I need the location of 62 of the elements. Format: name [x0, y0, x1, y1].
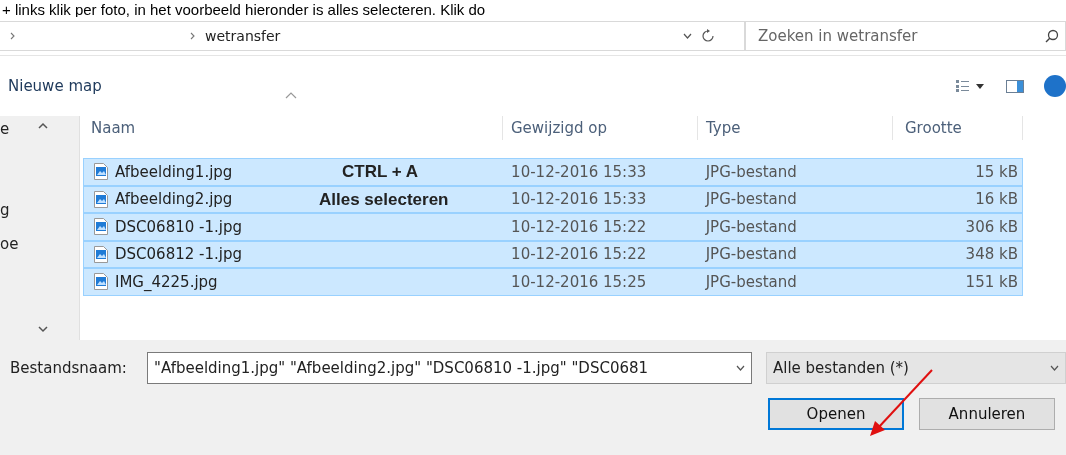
- chevron-icon: [190, 32, 195, 40]
- search-placeholder: Zoeken in wetransfer: [758, 25, 919, 47]
- image-file-icon: [94, 163, 108, 181]
- image-file-icon: [94, 190, 108, 208]
- new-folder-button[interactable]: Nieuwe map: [8, 74, 102, 98]
- search-field[interactable]: Zoeken in wetransfer: [745, 21, 1066, 51]
- column-header[interactable]: Gewijzigd op: [503, 116, 698, 140]
- file-size: 15 kB: [975, 162, 1018, 181]
- nav-item[interactable]: g: [0, 199, 10, 222]
- file-row[interactable]: Afbeelding2.jpg Alles selecteren 10-12-2016 15:33 JPG-bestand 16 kB: [83, 185, 1023, 213]
- file-type: JPG-bestand: [705, 162, 797, 181]
- view-options-icon[interactable]: [956, 80, 986, 92]
- column-header[interactable]: Type: [698, 116, 893, 140]
- file-name: Afbeelding2.jpg: [115, 189, 233, 210]
- file-date: 10-12-2016 15:22: [511, 217, 647, 236]
- nav-item[interactable]: e: [0, 118, 10, 141]
- search-icon[interactable]: [1045, 29, 1059, 43]
- image-file-icon: [94, 273, 108, 291]
- scroll-down-icon[interactable]: [38, 326, 48, 333]
- file-row[interactable]: IMG_4225.jpg 10-12-2016 15:25 JPG-bestand 151 kB: [83, 268, 1023, 296]
- file-name: Afbeelding1.jpg: [115, 161, 233, 183]
- filename-field[interactable]: "Afbeelding1.jpg" "Afbeelding2.jpg" "DSC06810 -1.jpg" "DSC0681: [147, 352, 752, 384]
- file-date: 10-12-2016 15:25: [511, 272, 647, 291]
- file-type: JPG-bestand: [705, 190, 797, 208]
- image-file-icon: [94, 245, 108, 263]
- preview-pane-icon[interactable]: [1006, 79, 1024, 93]
- file-type: JPG-bestand: [705, 217, 797, 236]
- address-bar[interactable]: wetransfer: [0, 21, 745, 51]
- file-name: IMG_4225.jpg: [115, 271, 218, 293]
- annotation-text: Alles selecteren: [319, 189, 449, 210]
- file-row[interactable]: DSC06810 -1.jpg 10-12-2016 15:22 JPG-bestand 306 kB: [83, 213, 1023, 241]
- column-header[interactable]: Grootte: [893, 116, 1023, 140]
- file-size: 348 kB: [965, 245, 1018, 263]
- open-button[interactable]: Openen: [768, 398, 904, 430]
- file-row[interactable]: DSC06812 -1.jpg 10-12-2016 15:22 JPG-bestand 348 kB: [83, 240, 1023, 268]
- nav-item[interactable]: oe: [0, 233, 19, 256]
- filename-label: Bestandsnaam:: [9, 357, 128, 379]
- refresh-icon[interactable]: [702, 29, 714, 43]
- annotation-text: CTRL + A: [342, 162, 419, 182]
- file-size: 151 kB: [965, 272, 1018, 291]
- file-size: 306 kB: [965, 217, 1018, 236]
- cancel-button[interactable]: Annuleren: [919, 398, 1055, 430]
- file-type: JPG-bestand: [705, 272, 797, 291]
- chevron-icon: [10, 32, 15, 40]
- file-type-value: Alle bestanden (*): [773, 357, 910, 379]
- dropdown-icon[interactable]: [683, 33, 692, 39]
- file-type: JPG-bestand: [705, 245, 797, 263]
- image-file-icon: [94, 218, 108, 236]
- file-date: 10-12-2016 15:33: [511, 162, 647, 181]
- file-name: DSC06810 -1.jpg: [115, 216, 242, 238]
- dropdown-icon[interactable]: [736, 365, 745, 371]
- file-size: 16 kB: [975, 190, 1018, 208]
- column-header[interactable]: Naam: [83, 116, 503, 140]
- dropdown-icon[interactable]: [1050, 365, 1059, 371]
- file-date: 10-12-2016 15:33: [511, 190, 647, 208]
- file-name: DSC06812 -1.jpg: [115, 244, 242, 265]
- file-row[interactable]: Afbeelding1.jpg CTRL + A 10-12-2016 15:33 JPG-bestand 15 kB: [83, 158, 1023, 186]
- filename-value: "Afbeelding1.jpg" "Afbeelding2.jpg" "DSC06810 -1.jpg" "DSC0681: [154, 357, 650, 379]
- file-date: 10-12-2016 15:22: [511, 245, 647, 263]
- scroll-up-icon[interactable]: [38, 122, 48, 129]
- file-type-dropdown[interactable]: Alle bestanden (*): [766, 352, 1066, 384]
- breadcrumb[interactable]: wetransfer: [205, 25, 281, 47]
